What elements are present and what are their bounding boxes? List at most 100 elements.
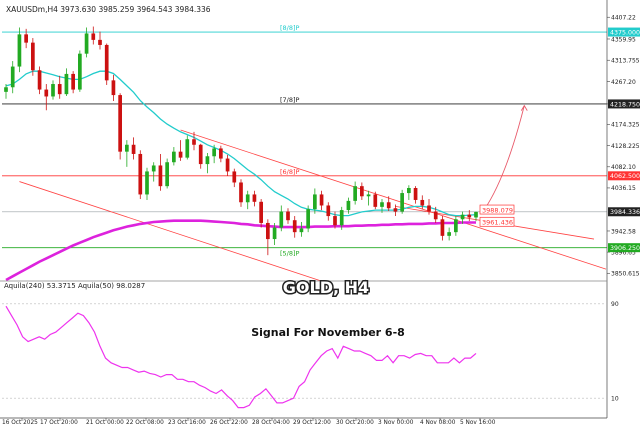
candle-body bbox=[131, 144, 136, 154]
candle-body bbox=[272, 227, 277, 240]
candle-body bbox=[407, 188, 411, 194]
price-label-text: 3988.079 bbox=[482, 206, 513, 214]
candle-body bbox=[326, 205, 331, 217]
x-tick-label: 28 Oct 04:00 bbox=[252, 420, 290, 426]
candle-body bbox=[57, 84, 62, 95]
x-tick-label: 3 Nov 00:00 bbox=[378, 420, 414, 426]
candle-body bbox=[118, 95, 122, 152]
level-label: [7/8]P bbox=[280, 96, 300, 104]
x-tick-label: 29 Oct 12:00 bbox=[293, 420, 331, 426]
candle-body bbox=[198, 144, 203, 165]
x-tick-label: 30 Oct 20:00 bbox=[336, 420, 374, 426]
candle-body bbox=[4, 87, 8, 92]
candle-body bbox=[165, 162, 169, 187]
y-tick-label: 4359.95 bbox=[611, 36, 636, 43]
indicator-header: Aquila(240) 53.3715 Aquila(50) 98.0287 bbox=[4, 282, 145, 290]
level-label: [8/8]P bbox=[280, 24, 300, 32]
x-tick-label: 26 Oct 22:00 bbox=[210, 420, 248, 426]
candle-body bbox=[158, 165, 163, 187]
candle-body bbox=[192, 139, 196, 145]
candle-body bbox=[10, 66, 15, 88]
candle-body bbox=[474, 211, 478, 218]
candle-body bbox=[91, 33, 96, 40]
price-label-text: 4062.500 bbox=[610, 173, 640, 180]
x-tick-label: 23 Oct 16:00 bbox=[168, 420, 206, 426]
x-tick-label: 17 Oct 20:00 bbox=[40, 420, 78, 426]
candle-body bbox=[353, 186, 357, 201]
candle-body bbox=[245, 194, 250, 203]
x-tick-label: 16 Oct 2025 bbox=[2, 420, 38, 426]
candle-body bbox=[420, 199, 425, 206]
level-label: [6/8]P bbox=[280, 168, 300, 176]
candle-body bbox=[306, 209, 310, 229]
chart-svg: [8/8]P[7/8]P[6/8]P[5/8]P 4407.224359.954… bbox=[0, 0, 640, 426]
price-label-text: 3961.436 bbox=[482, 219, 513, 227]
candle-body bbox=[380, 202, 384, 207]
candle-body bbox=[286, 211, 290, 221]
candle-body bbox=[78, 53, 82, 90]
candle-body bbox=[393, 208, 398, 212]
candle-body bbox=[185, 139, 190, 158]
candle-body bbox=[125, 144, 129, 152]
candle-body bbox=[440, 219, 445, 236]
candle-body bbox=[319, 194, 324, 206]
candle-body bbox=[71, 73, 75, 90]
candle-body bbox=[84, 33, 89, 54]
candle-body bbox=[44, 89, 49, 97]
candle-body bbox=[37, 70, 42, 90]
candle-body bbox=[454, 219, 458, 233]
osc-tick-label: 10 bbox=[611, 396, 619, 403]
y-tick-label: 4267.20 bbox=[611, 79, 636, 86]
candle-body bbox=[51, 84, 55, 97]
candle-body bbox=[447, 232, 451, 236]
candle-body bbox=[239, 182, 243, 203]
candle-body bbox=[400, 193, 404, 212]
candle-body bbox=[64, 73, 69, 95]
candle-body bbox=[232, 171, 237, 183]
chart-area: [8/8]P [7/8]P [6/8]P [5/8]P 4407.22 4359.95 4… bbox=[0, 0, 640, 426]
chart-overlay-title: GOLD, H4 bbox=[283, 278, 369, 297]
candle-body bbox=[219, 148, 223, 159]
candle-body bbox=[225, 158, 230, 172]
candle-body bbox=[279, 211, 284, 228]
candle-body bbox=[172, 151, 176, 163]
candle-body bbox=[178, 151, 183, 158]
candle-body bbox=[299, 228, 304, 233]
candle-body bbox=[427, 205, 431, 212]
price-label-text: 4375.000 bbox=[610, 29, 640, 36]
y-tick-label: 3942.58 bbox=[611, 228, 636, 235]
candle-body bbox=[266, 222, 270, 240]
candle-body bbox=[467, 214, 472, 218]
candle-body bbox=[313, 194, 317, 210]
x-tick-label: 4 Nov 08:00 bbox=[420, 420, 456, 426]
candle-body bbox=[413, 188, 418, 200]
signal-subtitle: Signal For November 6-8 bbox=[251, 326, 405, 339]
x-tick-label: 21 Oct 00:00 bbox=[86, 420, 124, 426]
candle-body bbox=[333, 216, 337, 226]
candle-body bbox=[346, 200, 351, 211]
candle-body bbox=[339, 210, 344, 226]
candle-body bbox=[17, 34, 22, 67]
y-tick-label: 4174.325 bbox=[611, 122, 640, 129]
y-tick-label: 4082.10 bbox=[611, 164, 636, 171]
candle-body bbox=[151, 165, 156, 172]
y-tick-label: 3850.615 bbox=[611, 271, 640, 278]
price-label-text: 3984.336 bbox=[610, 209, 640, 216]
candle-body bbox=[292, 220, 297, 233]
price-label-text: 4218.750 bbox=[610, 101, 640, 108]
candle-body bbox=[111, 80, 116, 96]
candle-body bbox=[31, 42, 35, 71]
y-tick-label: 4036.15 bbox=[611, 185, 636, 192]
candle-body bbox=[104, 44, 109, 81]
y-tick-label: 4407.22 bbox=[611, 15, 636, 22]
candle-body bbox=[24, 34, 28, 43]
y-tick-label: 4313.755 bbox=[611, 58, 640, 65]
x-tick-label: 5 Nov 16:00 bbox=[460, 420, 496, 426]
x-tick-label: 22 Oct 08:00 bbox=[126, 420, 164, 426]
candle-body bbox=[360, 186, 364, 197]
candle-body bbox=[460, 214, 465, 220]
candle-body bbox=[212, 148, 216, 157]
level-label: [5/8]P bbox=[280, 250, 300, 258]
candle-body bbox=[373, 194, 378, 207]
candle-body bbox=[366, 194, 371, 197]
